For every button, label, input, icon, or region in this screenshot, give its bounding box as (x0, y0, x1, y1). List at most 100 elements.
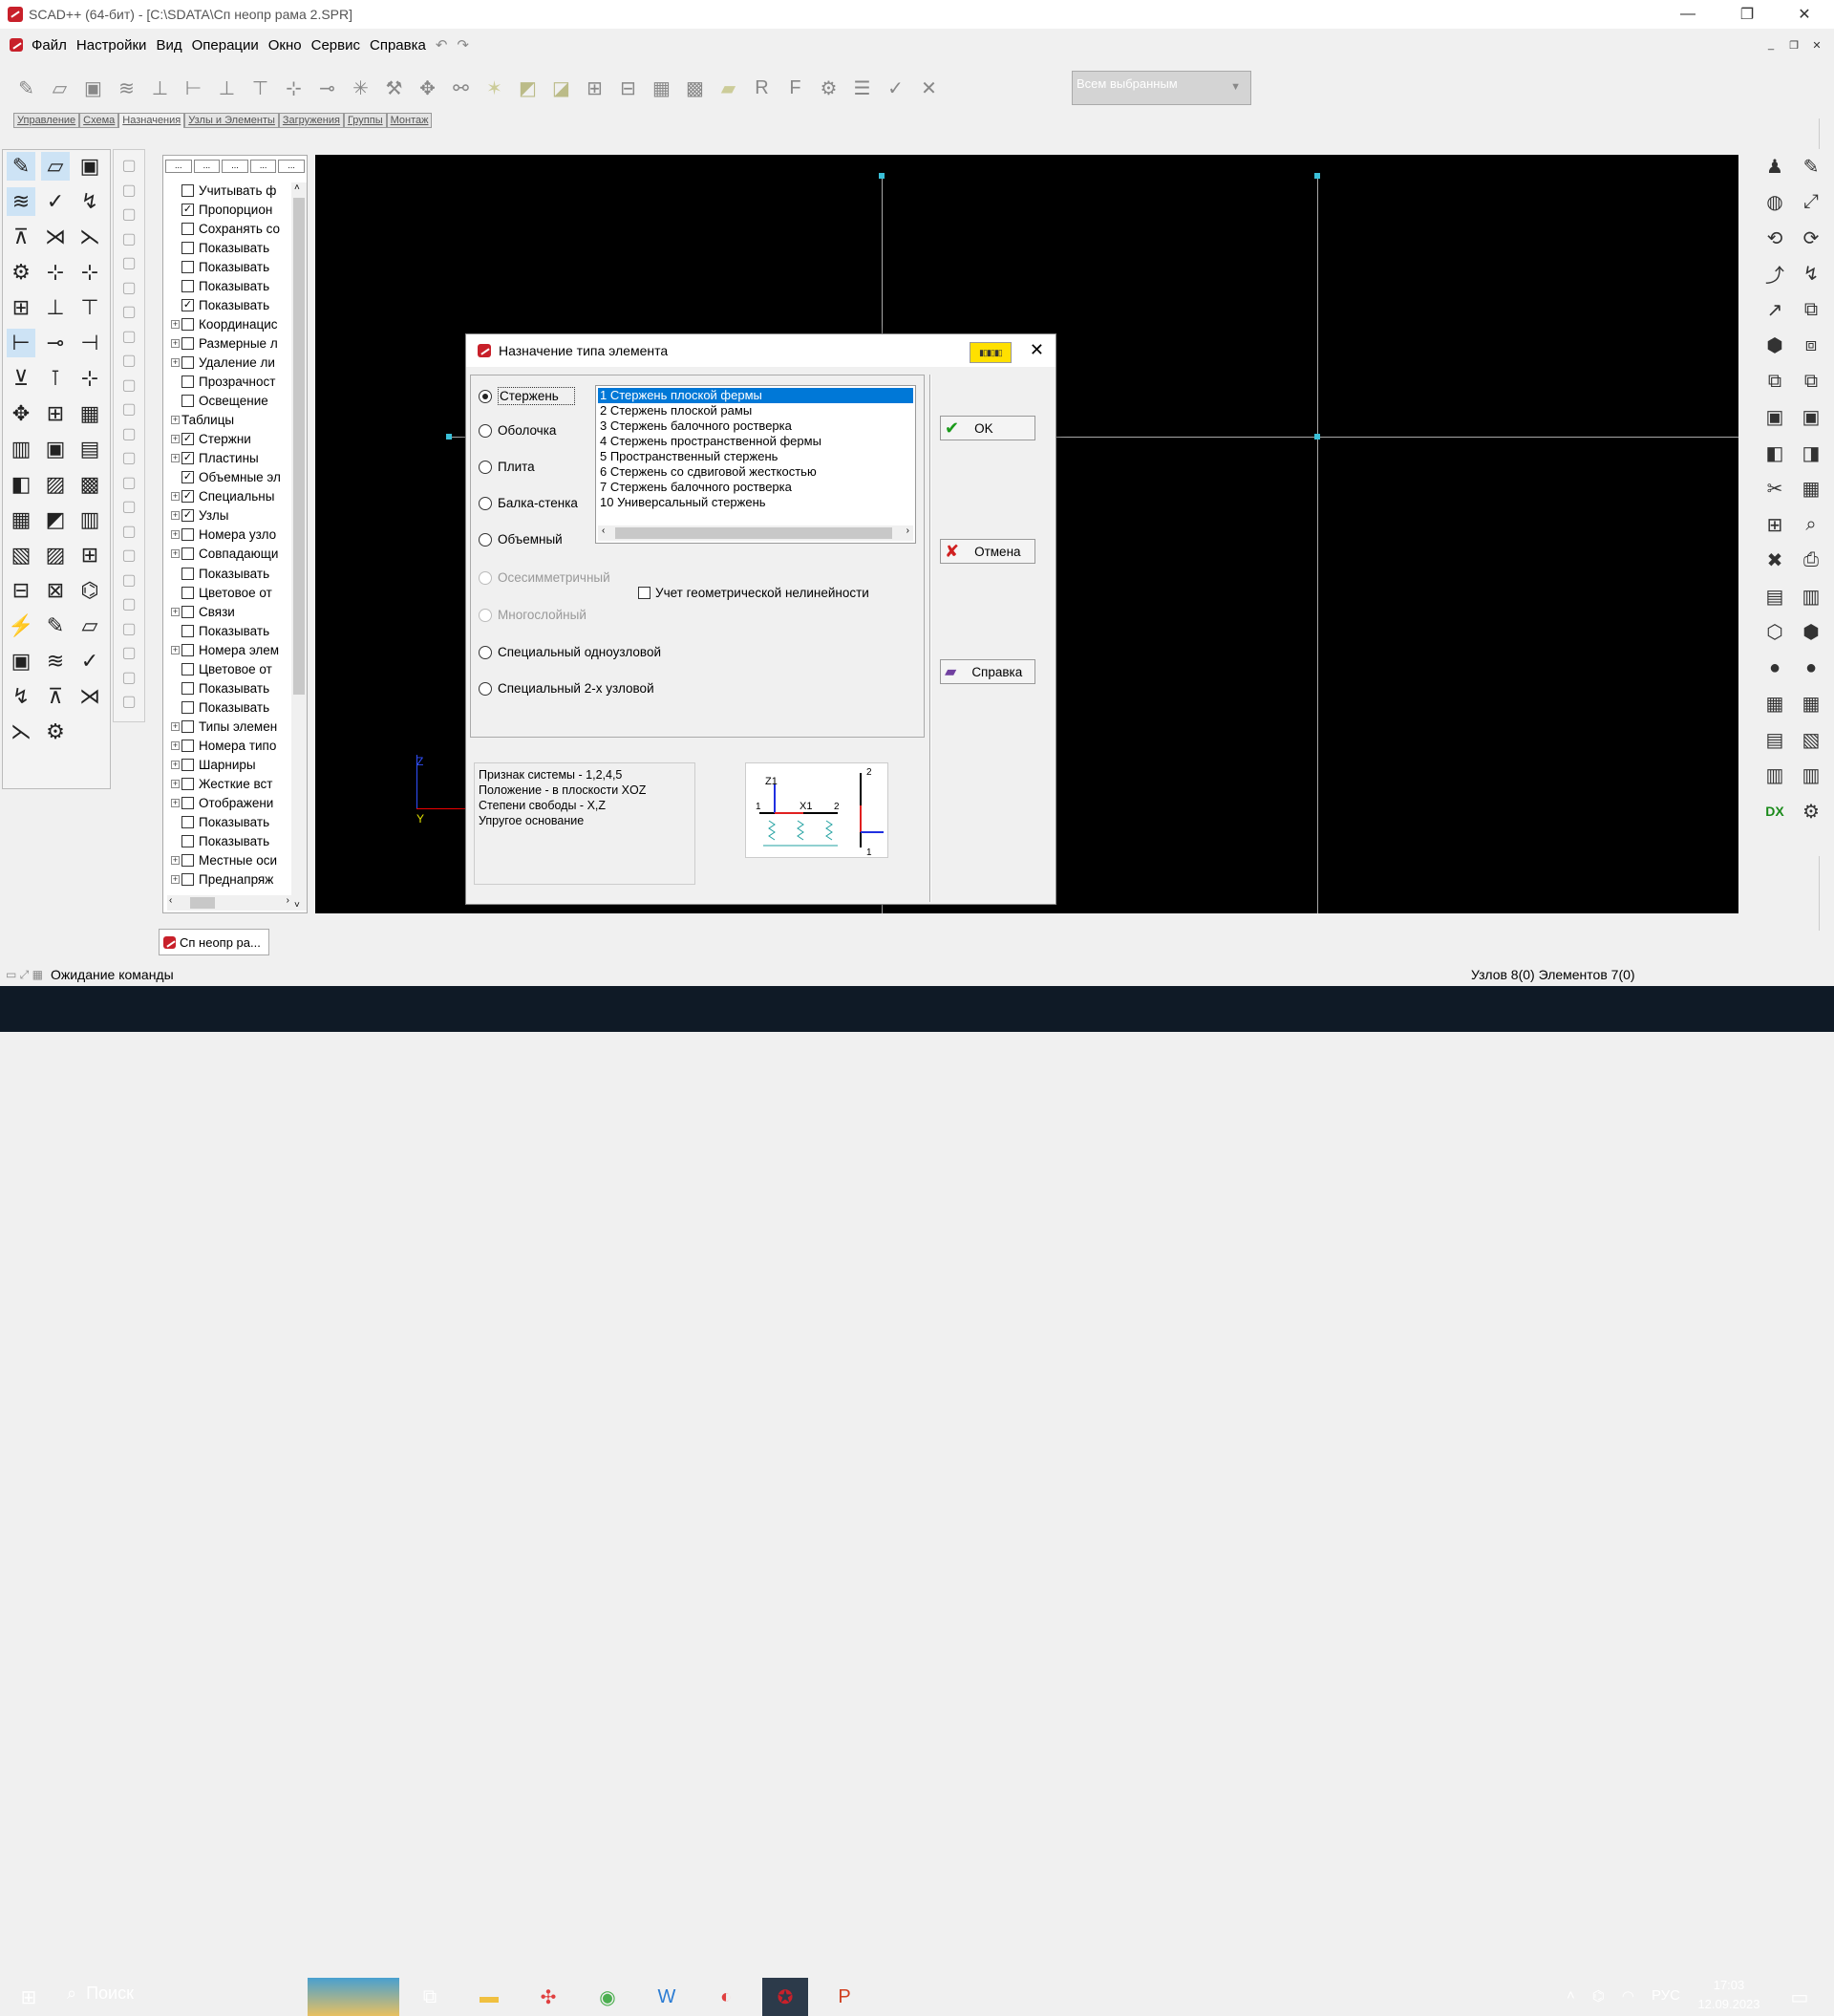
tree-checkbox[interactable] (181, 719, 194, 733)
right-tool-icon[interactable]: ▧ (1796, 724, 1826, 755)
type-radio[interactable]: Специальный 2-х узловой (479, 681, 654, 696)
tree-checkbox[interactable] (181, 241, 194, 254)
palette2-tool-icon[interactable]: ▢ (117, 690, 140, 713)
tree-checkbox[interactable] (181, 317, 194, 331)
tree-checkbox[interactable] (181, 375, 194, 388)
tab-control[interactable]: Управление (13, 113, 80, 128)
palette-tool-icon[interactable]: ⌬ (75, 576, 104, 605)
palette-tool-icon[interactable]: ▦ (75, 399, 104, 428)
powerpoint-icon[interactable]: P (821, 1978, 867, 2016)
tab-loads[interactable]: Загружения (278, 113, 344, 128)
node[interactable] (1314, 173, 1320, 179)
type-radio[interactable]: Плита (479, 460, 535, 474)
tool-table2-icon[interactable]: ▩ (680, 71, 710, 105)
tree-item[interactable]: + ✓ Специальны (171, 487, 297, 506)
tool-support-icon[interactable]: ⊥ (145, 71, 175, 105)
right-tool-icon[interactable]: ▤ (1759, 581, 1790, 611)
right-tool-icon[interactable]: ↗ (1759, 294, 1790, 325)
right-tool-icon[interactable]: ⬢ (1796, 617, 1826, 648)
right-tool-icon[interactable]: ⤢ (1796, 187, 1826, 218)
type-radio[interactable]: Стержень (479, 387, 575, 405)
scad-taskbar-icon[interactable]: ✪ (762, 1978, 808, 2016)
expand-icon[interactable]: + (171, 454, 180, 463)
tree-item[interactable]: Показывать (171, 238, 297, 257)
type-radio[interactable]: Балка-стенка (479, 496, 578, 510)
tool-folder-icon[interactable]: ▰ (714, 71, 743, 105)
tree-checkbox[interactable] (181, 643, 194, 656)
mdi-minimize-button[interactable]: _ (1761, 36, 1781, 54)
tree-checkbox[interactable] (181, 395, 194, 408)
close-button[interactable]: ✕ (1782, 0, 1826, 29)
palette-tool-icon[interactable]: ▣ (75, 152, 104, 181)
tree-checkbox[interactable]: ✓ (181, 433, 194, 446)
tree-checkbox[interactable] (181, 854, 194, 868)
right-tool-icon[interactable]: ⊞ (1759, 509, 1790, 540)
menu-service[interactable]: Сервис (307, 37, 365, 54)
palette2-tool-icon[interactable]: ▢ (117, 520, 140, 543)
palette-tool-icon[interactable]: ⊹ (75, 364, 104, 393)
palette-tool-icon[interactable]: ▱ (41, 152, 70, 181)
tree-checkbox[interactable] (181, 797, 194, 810)
tree-item[interactable]: ✓ Объемные эл (171, 468, 297, 487)
minimize-button[interactable]: — (1666, 0, 1710, 29)
tree-item[interactable]: + ✓ Пластины (171, 449, 297, 468)
tool-frame-icon[interactable]: ⊤ (245, 71, 275, 105)
palette2-tool-icon[interactable]: ▢ (117, 227, 140, 250)
tree-item[interactable]: + ✓ Стержни (171, 430, 297, 449)
windows-start-icon[interactable]: ⊞ (6, 1978, 52, 2016)
tool-move-icon[interactable]: ⊸ (312, 71, 342, 105)
tree-item[interactable]: ✓ Пропорцион (171, 200, 297, 219)
expand-icon[interactable]: + (171, 530, 180, 540)
right-tool-icon[interactable]: ⬢ (1759, 331, 1790, 361)
palette-tool-icon[interactable]: ⋋ (75, 223, 104, 251)
system-menu-icon[interactable] (10, 38, 23, 52)
tool-list-icon[interactable]: ☰ (847, 71, 877, 105)
tab-scheme[interactable]: Схема (79, 113, 119, 128)
expand-icon[interactable]: + (171, 740, 180, 750)
tree-checkbox[interactable]: ✓ (181, 298, 194, 311)
palette-tool-icon[interactable]: ↯ (7, 682, 35, 711)
tree-item[interactable]: Цветовое от (171, 583, 297, 602)
palette-tool-icon[interactable]: ⊼ (7, 223, 35, 251)
tree-item[interactable]: + Связи (171, 602, 297, 621)
menu-settings[interactable]: Настройки (72, 37, 152, 54)
tree-checkbox[interactable]: ✓ (181, 452, 194, 465)
palette-tool-icon[interactable]: ⊹ (41, 258, 70, 287)
tree-item[interactable]: + Местные оси (171, 851, 297, 870)
expand-icon[interactable]: + (171, 511, 180, 521)
tree-checkbox[interactable] (181, 759, 194, 771)
tool-dim-icon[interactable]: ⊹ (279, 71, 309, 105)
tree-item[interactable]: Цветовое от (171, 659, 297, 678)
expand-icon[interactable]: + (171, 492, 180, 502)
list-item[interactable]: 7 Стержень балочного ростверка (598, 480, 913, 495)
tree-checkbox[interactable] (181, 835, 194, 848)
right-tool-icon[interactable]: ⧈ (1796, 331, 1826, 361)
network-icon[interactable]: ⌬ (1592, 1987, 1605, 2005)
mdi-close-button[interactable]: ✕ (1807, 36, 1826, 54)
tree-checkbox[interactable] (181, 662, 194, 676)
notifications-icon[interactable]: ▭ (1777, 1978, 1823, 2016)
tree-checkbox[interactable] (181, 260, 194, 273)
right-tool-icon[interactable]: ▤ (1759, 724, 1790, 755)
tree-item[interactable]: Показывать (171, 621, 297, 640)
tree-item[interactable]: Показывать (171, 276, 297, 295)
expand-icon[interactable]: + (171, 416, 180, 425)
palette2-tool-icon[interactable]: ▢ (117, 592, 140, 615)
tool-yellow2-icon[interactable]: ◩ (513, 71, 543, 105)
tab-nodes-elements[interactable]: Узлы и Элементы (184, 113, 279, 128)
palette2-tool-icon[interactable]: ▢ (117, 666, 140, 689)
tree-checkbox[interactable] (181, 624, 194, 637)
node[interactable] (446, 434, 452, 440)
palette2-tool-icon[interactable]: ▢ (117, 446, 140, 469)
right-tool-icon[interactable]: ● (1759, 653, 1790, 683)
palette-tool-icon[interactable]: ⚙ (7, 258, 35, 287)
right-tool-icon[interactable]: ▣ (1759, 402, 1790, 433)
restore-button[interactable]: ❐ (1725, 0, 1769, 29)
palette-tool-icon[interactable]: ⊸ (41, 329, 70, 357)
right-tool-icon[interactable]: ▥ (1796, 581, 1826, 611)
tool-grid-icon[interactable]: ⊞ (580, 71, 609, 105)
tool-axis-icon[interactable]: ⊢ (179, 71, 208, 105)
palette2-tool-icon[interactable]: ▢ (117, 325, 140, 348)
tree-checkbox[interactable] (181, 586, 194, 599)
menu-operations[interactable]: Операции (187, 37, 264, 54)
